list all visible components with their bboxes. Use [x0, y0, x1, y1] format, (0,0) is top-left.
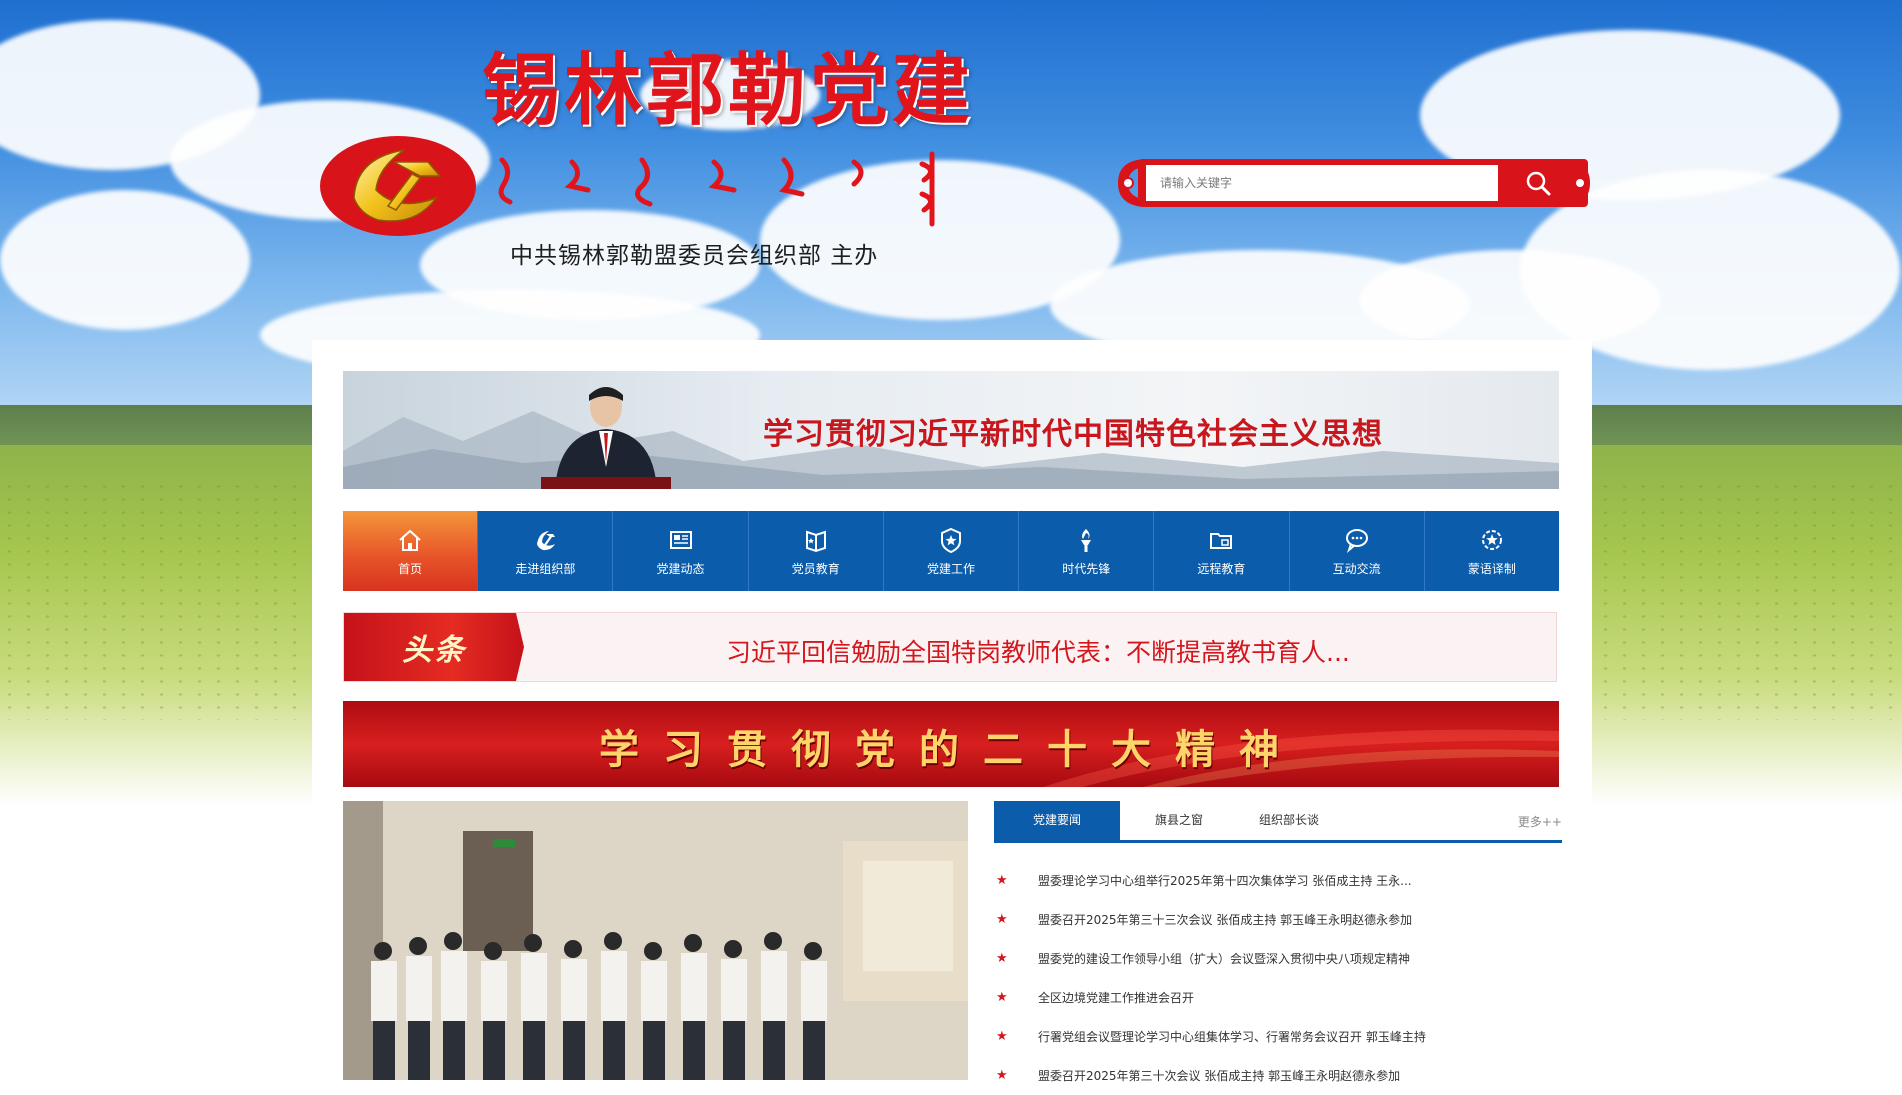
nav-item-news[interactable]: 党建动态: [613, 511, 749, 591]
headline-tag: 头条: [344, 613, 524, 681]
party-emblem-logo: [320, 136, 476, 236]
more-link[interactable]: 更多++: [1518, 813, 1562, 830]
folder-icon: [1210, 532, 1233, 549]
news-title: 盟委召开2025年第三十次会议 张佰成主持 郭玉峰王永明赵德永参加: [1038, 1069, 1401, 1083]
star-icon: ★: [996, 873, 1008, 888]
nav-label: 党员教育: [791, 561, 840, 576]
search-input[interactable]: [1146, 165, 1498, 201]
nav-item-mongolian-translation[interactable]: 蒙语译制: [1425, 511, 1559, 591]
nav-item-party-work[interactable]: 党建工作: [884, 511, 1020, 591]
search-button[interactable]: [1508, 165, 1568, 201]
sponsor-text: 中共锡林郭勒盟委员会组织部 主办: [510, 243, 879, 269]
news-item[interactable]: ★ 盟委召开2025年第三十三次会议 张佰成主持 郭玉峰王永明赵德永参加: [994, 900, 1562, 939]
news-item[interactable]: ★ 行署党组会议暨理论学习中心组集体学习、行署常务会议召开 郭玉峰主持: [994, 1017, 1562, 1056]
star-icon: ★: [996, 990, 1008, 1005]
news-title: 行署党组会议暨理论学习中心组集体学习、行署常务会议召开 郭玉峰主持: [1038, 1030, 1426, 1044]
tab-minister-talk[interactable]: 组织部长谈: [1234, 801, 1344, 840]
nav-label: 互动交流: [1332, 561, 1381, 576]
chat-icon: [1345, 528, 1368, 553]
news-item[interactable]: ★ 盟委召开2025年第三十次会议 张佰成主持 郭玉峰王永明赵德永参加: [994, 1056, 1562, 1095]
nav-label: 蒙语译制: [1467, 561, 1516, 576]
news-item[interactable]: ★ 全区边境党建工作推进会召开: [994, 978, 1562, 1017]
tab-county-window[interactable]: 旗县之窗: [1134, 801, 1224, 840]
leader-portrait-image: [541, 387, 671, 489]
nav-label: 首页: [398, 561, 423, 576]
nav-label: 党建动态: [656, 561, 705, 576]
search-icon: [1526, 171, 1551, 196]
news-panel: 党建要闻 旗县之窗 组织部长谈 更多++ ★ 盟委理论学习中心组举行2025年第十…: [994, 801, 1562, 1083]
cloud-ornament-right-icon: [1564, 159, 1590, 207]
congress-banner[interactable]: 学习贯彻党的二十大精神: [343, 701, 1559, 787]
gear-star-icon: [1481, 529, 1502, 550]
news-title: 盟委理论学习中心组举行2025年第十四次集体学习 张佰成主持 王永...: [1038, 874, 1412, 888]
news-list: ★ 盟委理论学习中心组举行2025年第十四次集体学习 张佰成主持 王永... ★ 盟…: [994, 861, 1562, 1095]
news-title: 全区边境党建工作推进会召开: [1038, 991, 1195, 1005]
nav-label: 远程教育: [1197, 561, 1246, 576]
tab-label: 旗县之窗: [1154, 813, 1203, 827]
main-nav: 首页 走进组织部 党建动态 党员教育 党建工作 时代先锋 远程教育 互动交流 蒙…: [343, 511, 1559, 591]
news-title: 盟委召开2025年第三十三次会议 张佰成主持 郭玉峰王永明赵德永参加: [1038, 913, 1413, 927]
banner-text: 学习贯彻习近平新时代中国特色社会主义思想: [763, 417, 1383, 452]
news-item[interactable]: ★ 盟委理论学习中心组举行2025年第十四次集体学习 张佰成主持 王永...: [994, 861, 1562, 900]
tab-label: 党建要闻: [1032, 813, 1081, 827]
news-item[interactable]: ★ 盟委党的建设工作领导小组（扩大）会议暨深入贯彻中央八项规定精神: [994, 939, 1562, 978]
thought-banner[interactable]: 学习贯彻习近平新时代中国特色社会主义思想: [343, 371, 1559, 489]
search-bar: [1110, 155, 1590, 211]
book-icon: [805, 530, 826, 552]
news-title: 盟委党的建设工作领导小组（扩大）会议暨深入贯彻中央八项规定精神: [1038, 952, 1411, 966]
headline-tag-label: 头条: [402, 633, 466, 668]
star-icon: ★: [996, 912, 1008, 927]
tab-label: 组织部长谈: [1258, 813, 1319, 827]
headline-link[interactable]: 习近平回信勉励全国特岗教师代表：不断提高教书育人...: [726, 633, 1350, 669]
nav-item-home[interactable]: 首页: [343, 511, 479, 591]
nav-label: 党建工作: [926, 561, 975, 576]
badge-star-icon: [940, 527, 961, 553]
nav-label: 走进组织部: [515, 561, 576, 576]
site-title: 锡林郭勒党建: [482, 45, 975, 136]
congress-banner-text: 学习贯彻党的二十大精神: [599, 727, 1303, 773]
nav-item-remote-education[interactable]: 远程教育: [1154, 511, 1290, 591]
star-icon: ★: [996, 1068, 1008, 1083]
news-photo[interactable]: [343, 801, 968, 1080]
news-icon: [669, 530, 692, 549]
star-icon: ★: [996, 951, 1008, 966]
nav-item-interaction[interactable]: 互动交流: [1290, 511, 1425, 591]
headline-bar: 头条 习近平回信勉励全国特岗教师代表：不断提高教书育人...: [343, 612, 1557, 682]
tab-party-news[interactable]: 党建要闻: [994, 801, 1120, 840]
nav-item-about[interactable]: 走进组织部: [478, 511, 614, 591]
star-icon: ★: [996, 1029, 1008, 1044]
news-tabs: 党建要闻 旗县之窗 组织部长谈 更多++: [994, 801, 1562, 843]
nav-label: 时代先锋: [1062, 561, 1111, 576]
nav-item-pioneers[interactable]: 时代先锋: [1019, 511, 1155, 591]
party-emblem-icon: [537, 530, 556, 550]
mongolian-script-title: [498, 151, 935, 227]
nav-item-education[interactable]: 党员教育: [749, 511, 884, 591]
home-icon: [399, 529, 421, 551]
torch-icon: [1081, 528, 1092, 552]
search-box: [1138, 159, 1588, 207]
